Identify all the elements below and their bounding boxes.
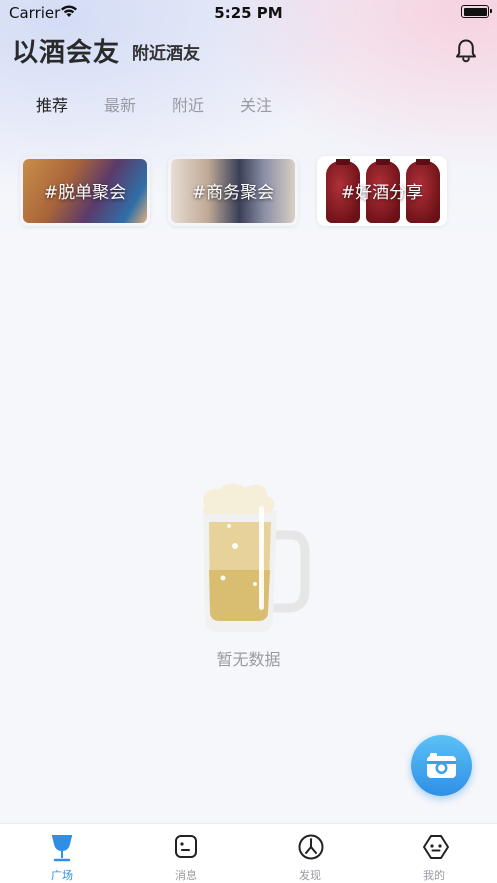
wine-glass-icon [52, 835, 72, 862]
status-bar: Carrier 5:25 PM [0, 0, 497, 26]
bell-icon[interactable] [452, 36, 480, 64]
topic-card-business-party[interactable]: #商务聚会 [168, 156, 298, 226]
page-title: 以酒会友 [12, 38, 121, 68]
topic-label: #商务聚会 [191, 183, 275, 203]
profile-icon [423, 835, 449, 859]
tabbar-item-plaza[interactable]: 广场 [0, 824, 124, 883]
battery-icon [461, 5, 492, 18]
camera-button[interactable] [411, 735, 472, 796]
tabbar-label: 我的 [423, 869, 445, 882]
feed-tabs: 推荐 最新 附近 关注 [0, 88, 497, 118]
tabbar-item-discover[interactable]: 发现 [248, 824, 372, 883]
topic-label: #脱单聚会 [43, 183, 127, 203]
header: 以酒会友 附近酒友 [0, 30, 497, 74]
tab-latest[interactable]: 最新 [104, 92, 136, 116]
tab-recommended[interactable]: 推荐 [36, 92, 68, 116]
camera-icon [427, 753, 456, 778]
tabbar-item-profile[interactable]: 我的 [372, 824, 496, 883]
tabbar-label: 消息 [175, 869, 197, 882]
tabbar-label: 广场 [51, 869, 73, 882]
bottom-tab-bar: 广场 消息 发现 我的 [0, 823, 497, 883]
topic-label: #好酒分享 [340, 183, 424, 203]
empty-state-text: 暂无数据 [216, 650, 281, 669]
clock: 5:25 PM [214, 4, 283, 22]
topic-card-singles-party[interactable]: #脱单聚会 [20, 156, 150, 226]
topic-card-wine-sharing[interactable]: #好酒分享 [317, 156, 447, 226]
topic-cards: #脱单聚会 #商务聚会 #好酒分享 [0, 156, 497, 228]
tabbar-item-messages[interactable]: 消息 [124, 824, 248, 883]
tab-nearby[interactable]: 附近 [172, 92, 204, 116]
page-subtitle[interactable]: 附近酒友 [132, 39, 200, 64]
compass-icon [298, 834, 324, 860]
beer-mug-icon [202, 483, 310, 632]
tabbar-label: 发现 [299, 869, 321, 882]
tab-following[interactable]: 关注 [240, 92, 272, 116]
empty-state: 暂无数据 [0, 470, 497, 680]
message-icon [175, 835, 197, 858]
